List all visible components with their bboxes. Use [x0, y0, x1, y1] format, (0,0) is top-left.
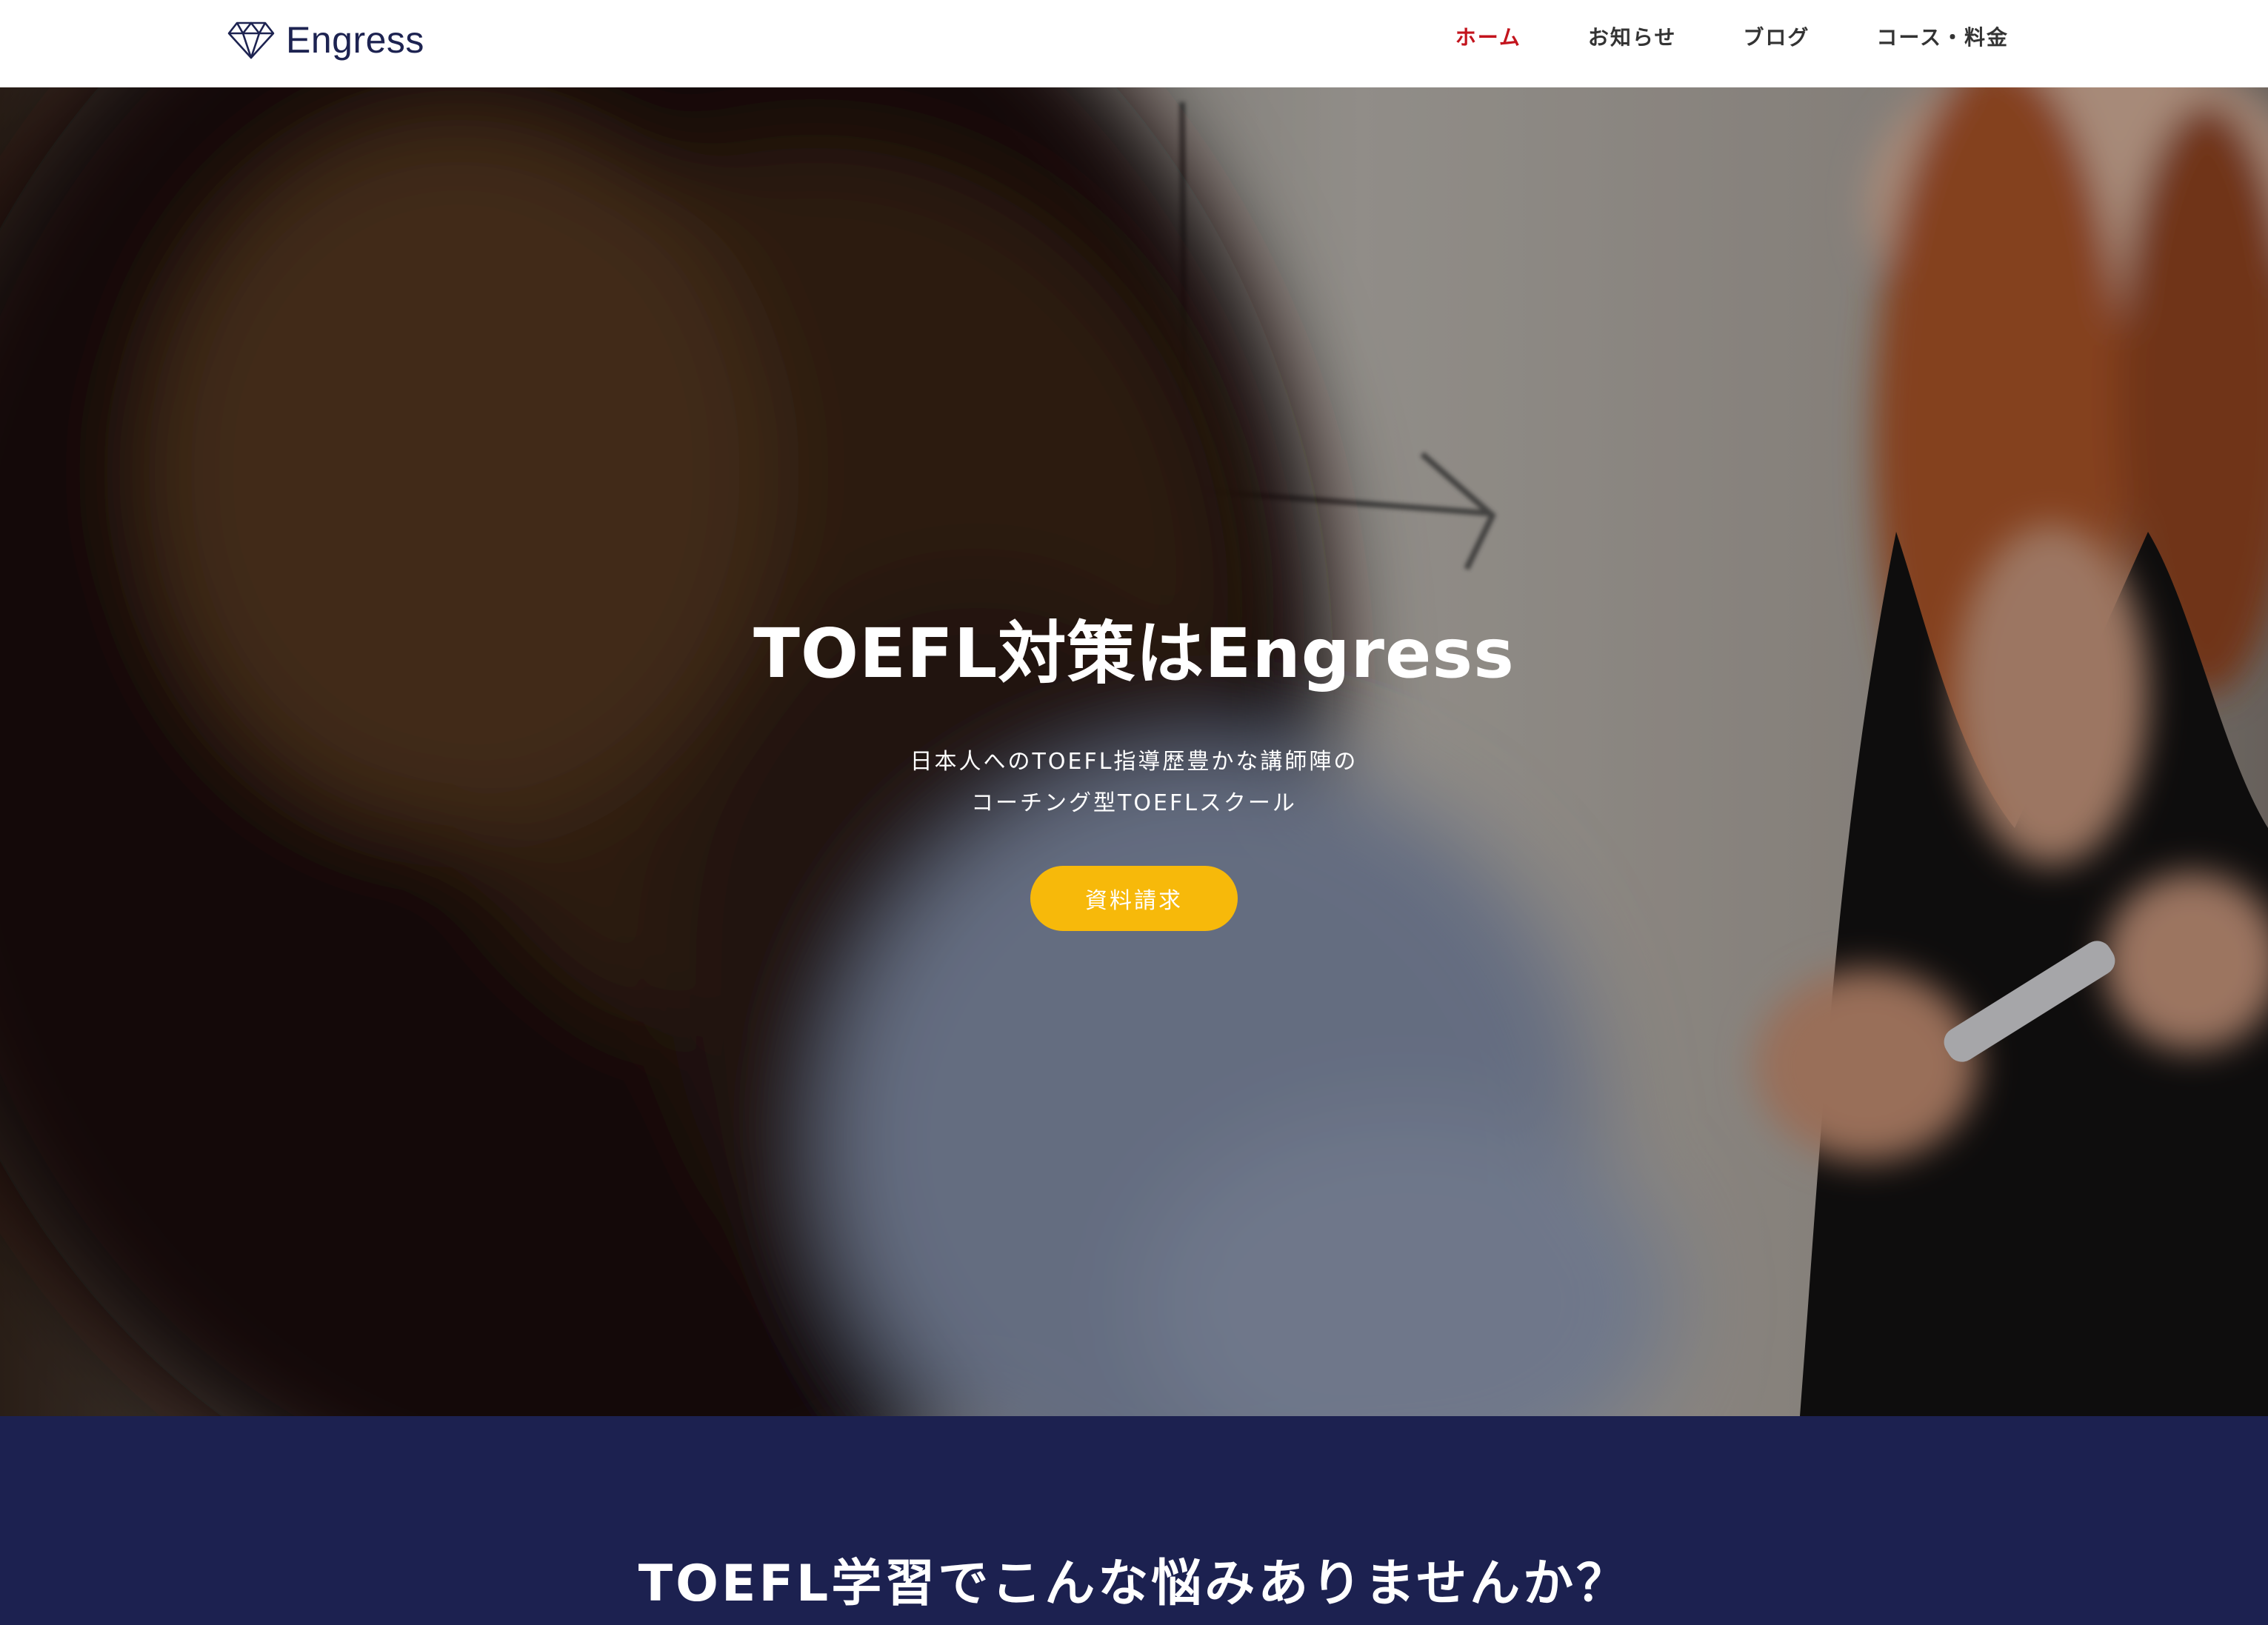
- hero-subtitle-line-1: 日本人へのTOEFL指導歴豊かな講師陣の: [910, 749, 1358, 775]
- problems-section: TOEFL学習でこんな悩みありませんか？: [0, 1416, 2268, 1625]
- site-header: Engress ホーム お知らせ ブログ コース・料金: [0, 0, 2268, 87]
- logo-link[interactable]: Engress: [227, 16, 424, 64]
- nav-item-course-price[interactable]: コース・料金: [1876, 21, 2009, 51]
- hero-subtitle: 日本人へのTOEFL指導歴豊かな講師陣の コーチング型TOEFLスクール: [910, 741, 1358, 824]
- main-nav: ホーム お知らせ ブログ コース・料金: [1455, 18, 2009, 55]
- hero-subtitle-line-2: コーチング型TOEFLスクール: [971, 790, 1297, 816]
- hero-title: TOEFL対策はEngress: [753, 614, 1515, 693]
- hero-content: TOEFL対策はEngress 日本人へのTOEFL指導歴豊かな講師陣の コーチ…: [0, 598, 2268, 931]
- logo-text: Engress: [286, 19, 424, 61]
- request-brochure-button[interactable]: 資料請求: [1030, 866, 1238, 931]
- nav-item-home[interactable]: ホーム: [1455, 21, 1521, 51]
- nav-item-news[interactable]: お知らせ: [1588, 21, 1676, 51]
- hero-section: TOEFL対策はEngress 日本人へのTOEFL指導歴豊かな講師陣の コーチ…: [0, 87, 2268, 1416]
- nav-item-blog[interactable]: ブログ: [1743, 21, 1810, 51]
- problems-title: TOEFL学習でこんな悩みありませんか？: [638, 1555, 1630, 1613]
- diamond-icon: [227, 20, 276, 60]
